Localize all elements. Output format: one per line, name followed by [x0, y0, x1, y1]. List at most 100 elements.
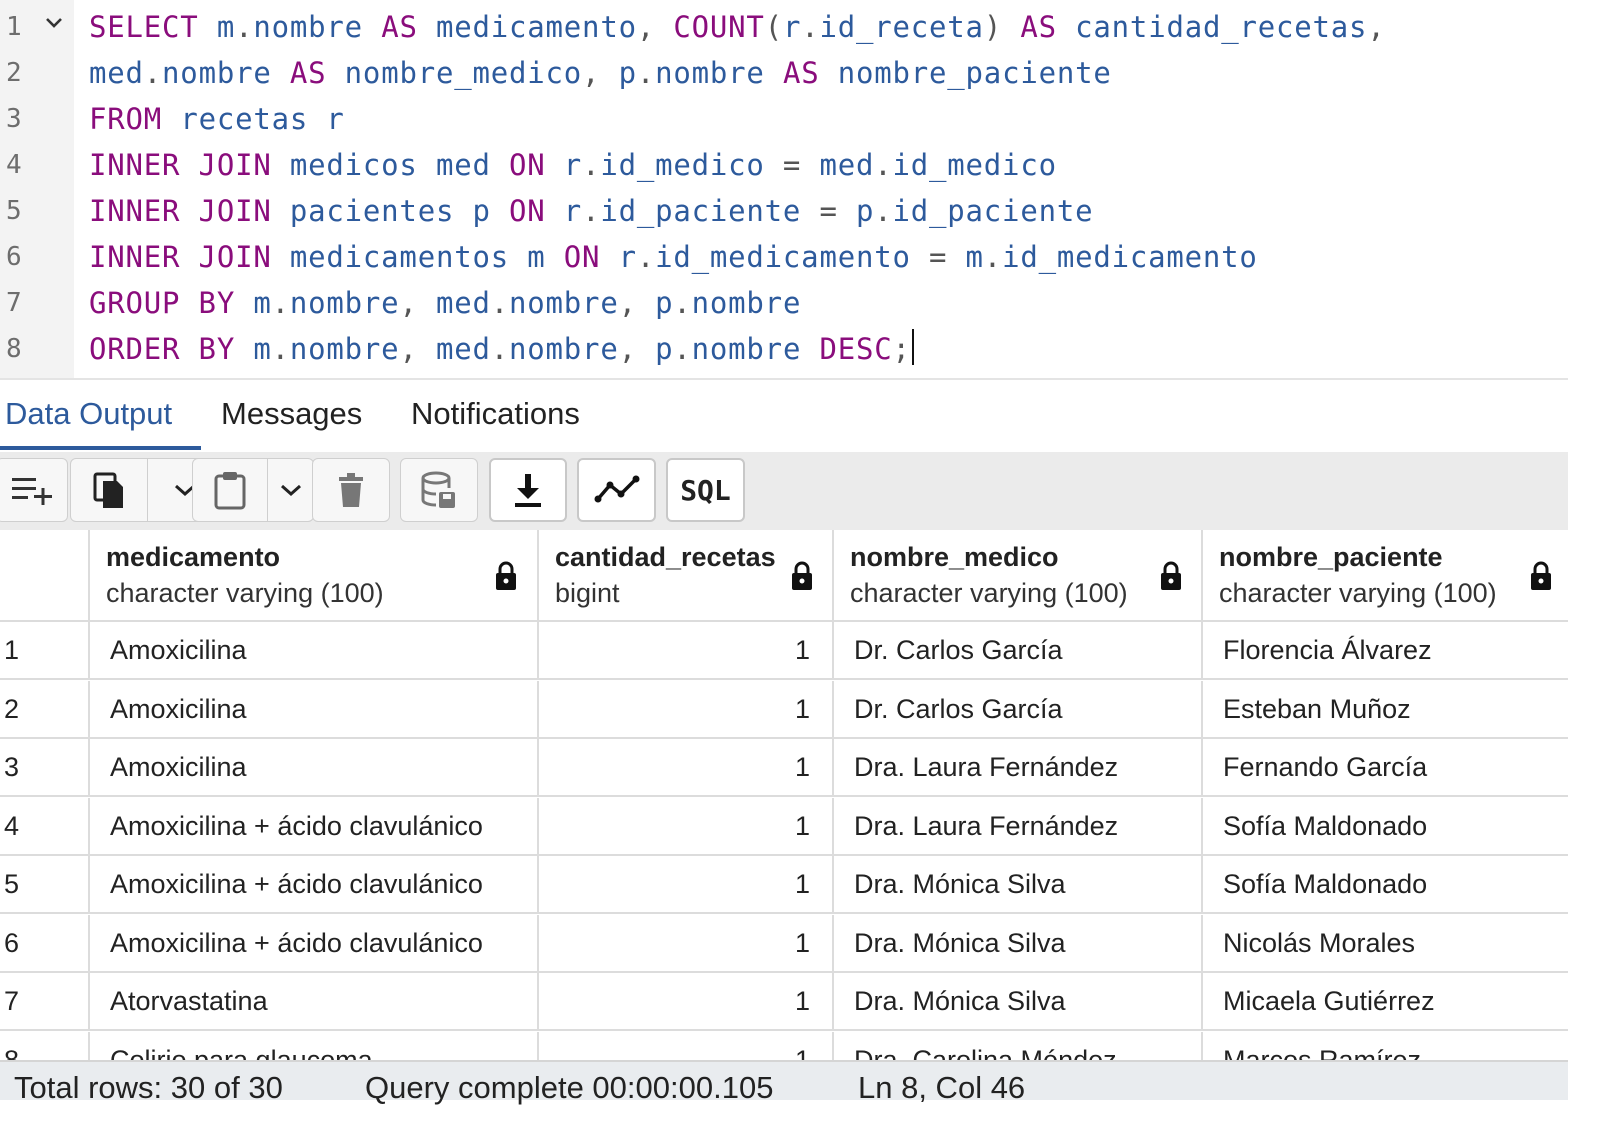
- medicamento-cell[interactable]: Amoxicilina: [90, 739, 539, 795]
- nombre-medico-cell[interactable]: Dra. Laura Fernández: [834, 797, 1203, 854]
- fold-chevron-icon[interactable]: [44, 15, 64, 31]
- row-number-header[interactable]: [0, 530, 90, 622]
- save-data-button[interactable]: [400, 458, 478, 522]
- code-line[interactable]: INNER JOIN pacientes p ON r.id_paciente …: [89, 188, 1093, 234]
- copy-button[interactable]: [71, 459, 147, 521]
- paste-options-dropdown[interactable]: [268, 459, 313, 521]
- code-line[interactable]: INNER JOIN medicos med ON r.id_medico = …: [89, 142, 1057, 188]
- table-row[interactable]: 3 Amoxicilina 1 Dra. Laura Fernández Fernand…: [0, 739, 1568, 797]
- nombre-medico-cell[interactable]: Dra. Mónica Silva: [834, 856, 1203, 912]
- tab-notifications[interactable]: Notifications: [411, 394, 580, 434]
- sql-editor[interactable]: 1 2 3 4 5 6 7 8 SELECT m.nombre AS medic…: [0, 0, 1568, 378]
- sql-punctuation: [819, 56, 837, 90]
- sql-button[interactable]: SQL: [666, 458, 745, 522]
- medicamento-cell[interactable]: Amoxicilina + ácido clavulánico: [90, 856, 539, 912]
- cantidad-recetas-cell[interactable]: 1: [539, 680, 834, 737]
- nombre-paciente-cell[interactable]: Florencia Álvarez: [1203, 622, 1568, 678]
- nombre-medico-cell[interactable]: Dra. Mónica Silva: [834, 973, 1203, 1029]
- nombre-medico-cell[interactable]: Dr. Carlos García: [834, 680, 1203, 737]
- nombre-paciente-cell[interactable]: Esteban Muñoz: [1203, 681, 1568, 737]
- tab-messages[interactable]: Messages: [221, 394, 362, 434]
- sql-punctuation: [801, 332, 819, 366]
- cantidad-recetas-cell[interactable]: 1: [539, 1031, 834, 1060]
- cantidad-recetas-cell[interactable]: 1: [539, 797, 834, 854]
- table-row[interactable]: 1 Amoxicilina 1 Dr. Carlos García Florencia …: [0, 622, 1568, 680]
- code-line[interactable]: med.nombre AS nombre_medico, p.nombre AS…: [89, 50, 1112, 96]
- nombre-paciente-cell[interactable]: Sofía Maldonado: [1203, 798, 1568, 854]
- sql-identifier: nombre: [253, 10, 363, 44]
- column-name: medicamento: [106, 542, 281, 572]
- row-number-cell[interactable]: 8: [0, 1031, 90, 1060]
- sql-punctuation: [326, 56, 344, 90]
- medicamento-cell[interactable]: Colirio para glaucoma: [90, 1031, 539, 1060]
- code-line[interactable]: FROM recetas r: [89, 96, 345, 142]
- cantidad-recetas-cell[interactable]: 1: [539, 914, 834, 971]
- cantidad-recetas-cell[interactable]: 1: [539, 739, 834, 795]
- nombre-medico-cell[interactable]: Dra. Carolina Méndez: [834, 1031, 1203, 1060]
- nombre-paciente-cell[interactable]: Sofía Maldonado: [1203, 856, 1568, 912]
- nombre-medico-cell[interactable]: Dra. Laura Fernández: [834, 739, 1203, 795]
- row-number-cell[interactable]: 1: [0, 622, 90, 678]
- row-number-cell[interactable]: 5: [0, 856, 90, 912]
- add-row-icon: [12, 478, 52, 505]
- tab-data-output[interactable]: Data Output: [5, 394, 172, 434]
- medicamento-cell[interactable]: Amoxicilina: [90, 680, 539, 737]
- cantidad-recetas-cell[interactable]: 1: [539, 973, 834, 1029]
- medicamento-cell[interactable]: Atorvastatina: [90, 973, 539, 1029]
- graph-visualiser-button[interactable]: [577, 458, 656, 522]
- cantidad-recetas-cell[interactable]: 1: [539, 622, 834, 678]
- nombre-medico-cell[interactable]: Dra. Mónica Silva: [834, 914, 1203, 971]
- nombre-medico-cell[interactable]: Dr. Carlos García: [834, 622, 1203, 678]
- cantidad-recetas-cell[interactable]: 1: [539, 856, 834, 912]
- add-row-button[interactable]: [0, 458, 68, 522]
- row-number-cell[interactable]: 7: [0, 973, 90, 1029]
- medicamento-cell[interactable]: Amoxicilina: [90, 622, 539, 678]
- delete-row-button[interactable]: [312, 458, 390, 522]
- sql-keyword: AS: [381, 10, 418, 44]
- row-number-cell[interactable]: 3: [0, 739, 90, 795]
- nombre-paciente-cell[interactable]: Marcos Ramírez: [1203, 1032, 1568, 1061]
- sql-keyword: GROUP BY: [89, 286, 236, 320]
- table-row[interactable]: 2 Amoxicilina 1 Dr. Carlos García Esteban Mu…: [0, 680, 1568, 739]
- row-number-cell[interactable]: 4: [0, 797, 90, 854]
- sql-identifier: med: [435, 332, 491, 366]
- code-line[interactable]: ORDER BY m.nombre, med.nombre, p.nombre …: [89, 326, 914, 372]
- data-output-toolbar: SQL: [0, 452, 1568, 530]
- column-header-cantidad-recetas[interactable]: cantidad_recetas bigint: [539, 530, 834, 622]
- sql-identifier: m: [253, 332, 272, 366]
- medicamento-cell[interactable]: Amoxicilina + ácido clavulánico: [90, 914, 539, 971]
- column-header-medicamento[interactable]: medicamento character varying (100): [90, 530, 539, 622]
- sql-punctuation: .: [271, 286, 290, 320]
- nombre-paciente-cell[interactable]: Nicolás Morales: [1203, 915, 1568, 971]
- paste-button[interactable]: [193, 459, 267, 521]
- download-button[interactable]: [489, 458, 567, 522]
- nombre-paciente-cell[interactable]: Fernando García: [1203, 739, 1568, 795]
- sql-identifier: p: [655, 332, 674, 366]
- column-header-nombre-paciente[interactable]: nombre_paciente character varying (100): [1203, 530, 1568, 622]
- result-tabs: Data Output Messages Notifications: [0, 380, 1568, 452]
- table-row[interactable]: 5 Amoxicilina + ácido clavulánico 1 Dra. Mó…: [0, 856, 1568, 914]
- sql-keyword: ON: [563, 240, 601, 274]
- chevron-down-icon: [280, 484, 301, 497]
- sql-punctuation: =: [910, 240, 966, 274]
- column-header-nombre-medico[interactable]: nombre_medico character varying (100): [834, 530, 1203, 622]
- sql-punctuation: [272, 240, 290, 274]
- table-row[interactable]: 6 Amoxicilina + ácido clavulánico 1 Dra. Mó…: [0, 914, 1568, 973]
- sql-punctuation: [272, 56, 290, 90]
- table-row[interactable]: 7 Atorvastatina 1 Dra. Mónica Silva Micaela …: [0, 973, 1568, 1031]
- sql-punctuation: [546, 194, 564, 228]
- table-row[interactable]: 4 Amoxicilina + ácido clavulánico 1 Dra. La…: [0, 797, 1568, 856]
- sql-punctuation: ): [983, 10, 1021, 44]
- row-number-cell[interactable]: 2: [0, 680, 90, 737]
- nombre-paciente-cell[interactable]: Micaela Gutiérrez: [1203, 973, 1568, 1029]
- row-number-cell[interactable]: 6: [0, 914, 90, 971]
- code-line[interactable]: SELECT m.nombre AS medicamento, COUNT(r.…: [89, 4, 1386, 50]
- code-line[interactable]: INNER JOIN medicamentos m ON r.id_medica…: [89, 234, 1258, 280]
- sql-identifier: nombre: [509, 332, 619, 366]
- sql-punctuation: .: [271, 332, 290, 366]
- sql-identifier: m: [216, 10, 236, 44]
- medicamento-cell[interactable]: Amoxicilina + ácido clavulánico: [90, 797, 539, 854]
- table-row[interactable]: 8 Colirio para glaucoma 1 Dra. Carolina Mén…: [0, 1031, 1568, 1061]
- code-line[interactable]: GROUP BY m.nombre, med.nombre, p.nombre: [89, 280, 801, 326]
- sql-identifier: id_paciente: [892, 194, 1094, 228]
